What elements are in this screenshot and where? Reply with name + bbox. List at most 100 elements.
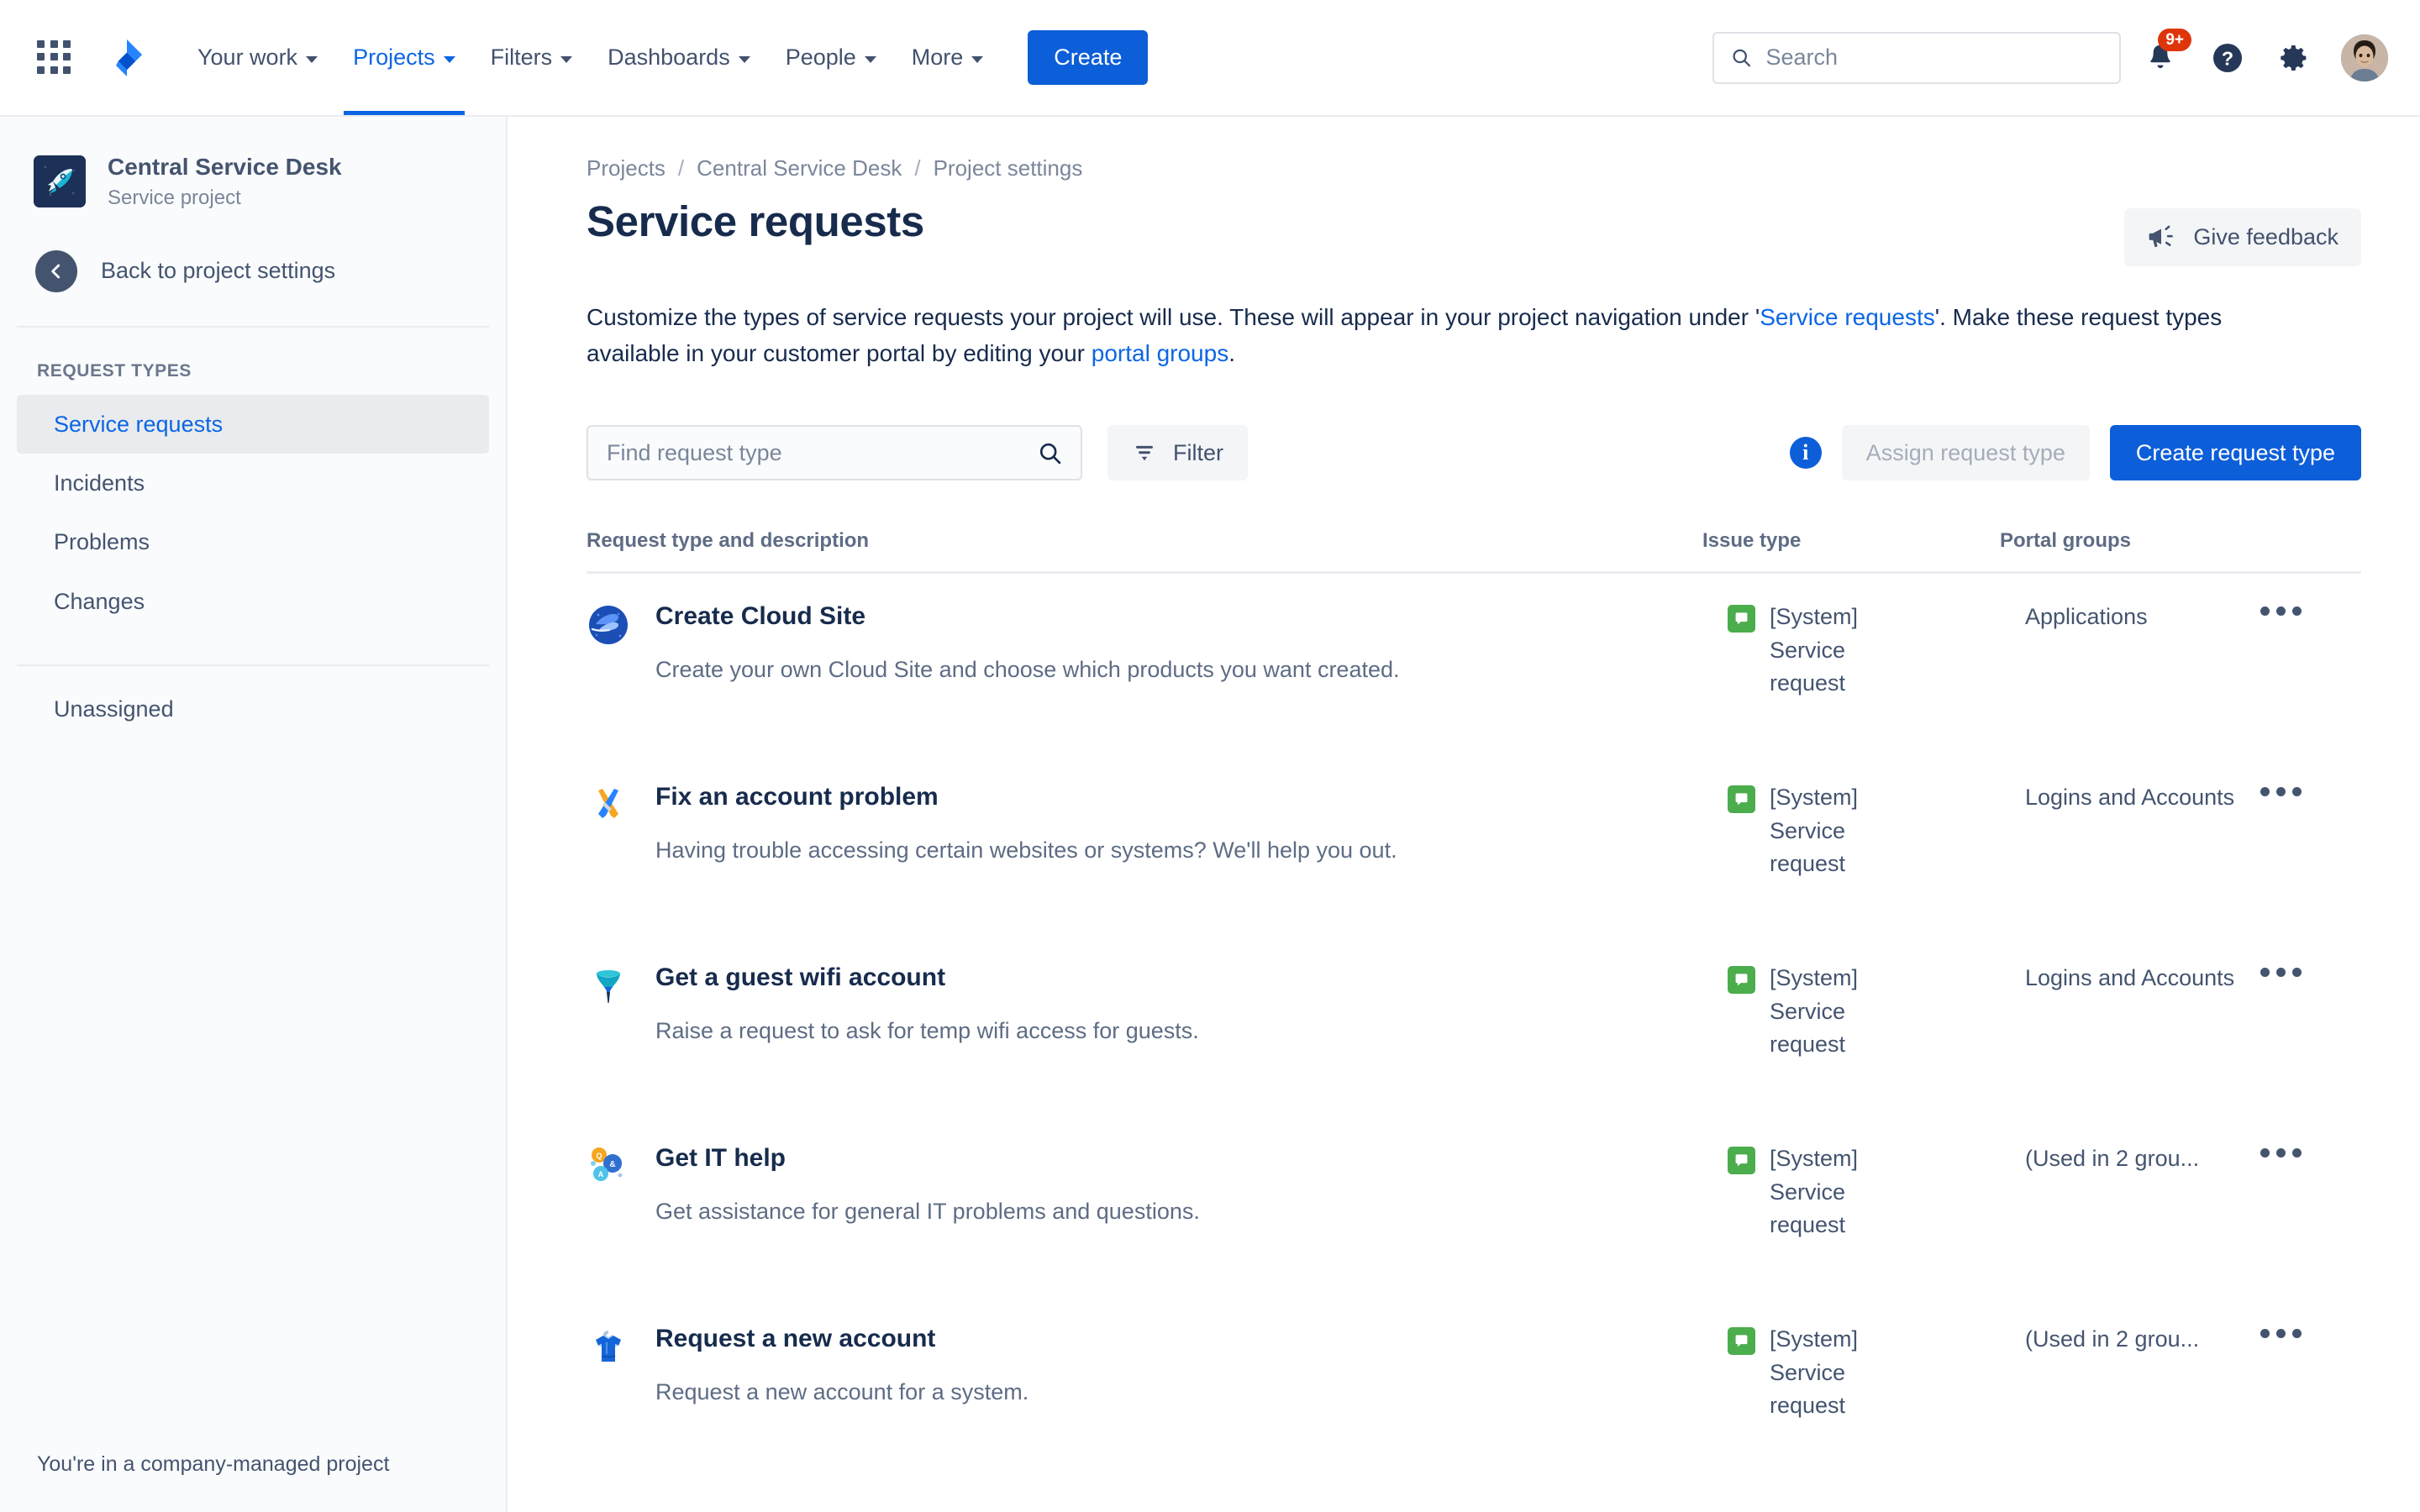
nav-more-label: More [911, 45, 964, 70]
nav-right-group: 9+ ? [1712, 28, 2388, 86]
jira-logo-icon[interactable] [108, 39, 146, 77]
breadcrumb: Projects / Central Service Desk / Projec… [587, 155, 2361, 181]
project-name: Central Service Desk [108, 154, 342, 180]
tools-icon [587, 784, 630, 827]
breadcrumb-projects[interactable]: Projects [587, 155, 666, 181]
portal-groups-link[interactable]: portal groups [1092, 340, 1228, 366]
sidebar-item-changes[interactable]: Changes [17, 572, 489, 631]
main-nav-items: Your work Projects Filters Dashboards Pe… [180, 0, 1001, 115]
issue-type-value: [System] Service request [1770, 604, 1859, 696]
shirt-icon [587, 1326, 630, 1369]
back-arrow-icon [35, 249, 77, 292]
globe-cloud-icon [587, 603, 630, 647]
gear-icon [2281, 45, 2307, 71]
give-feedback-button[interactable]: Give feedback [2124, 208, 2361, 266]
help-button[interactable]: ? [2200, 30, 2255, 86]
portal-groups-value: Logins and Accounts [2025, 785, 2235, 811]
search-icon [1039, 443, 1061, 464]
more-actions-icon[interactable] [2260, 787, 2361, 797]
nav-dashboards-label: Dashboards [608, 45, 730, 70]
column-header-portal-groups: Portal groups [2000, 529, 2132, 553]
apps-grid-icon[interactable] [35, 39, 74, 77]
nav-dashboards[interactable]: Dashboards [590, 0, 768, 115]
settings-button[interactable] [2267, 30, 2323, 86]
search-icon [1733, 49, 1751, 67]
request-type-description: Request a new account for a system. [655, 1378, 1029, 1404]
title-row: Service requests Give feedback [587, 197, 2361, 266]
nav-people[interactable]: People [768, 0, 894, 115]
sidebar-item-unassigned[interactable]: Unassigned [17, 680, 489, 738]
create-button[interactable]: Create [1028, 30, 1149, 85]
request-type-description: Having trouble accessing certain website… [655, 837, 1397, 863]
portal-groups-value: (Used in 2 grou... [2025, 1326, 2200, 1352]
filter-icon [1136, 445, 1153, 461]
portal-groups-value: Logins and Accounts [2025, 965, 2235, 991]
sidebar-item-incidents[interactable]: Incidents [17, 454, 489, 512]
main-content: Projects / Central Service Desk / Projec… [508, 117, 2420, 1512]
table-header-row: Request type and description Issue type … [587, 529, 2361, 575]
project-type: Service project [108, 186, 241, 210]
request-type-name[interactable]: Request a new account [655, 1323, 1028, 1355]
service-requests-link[interactable]: Service requests [1760, 304, 1935, 330]
issue-type-value: [System] Service request [1770, 1326, 1859, 1418]
page-title: Service requests [587, 197, 924, 245]
toolbar-right-group: i Assign request type Create request typ… [1789, 425, 2361, 481]
notifications-button[interactable]: 9+ [2133, 28, 2191, 86]
funnel-icon [587, 964, 630, 1008]
service-request-issue-icon [1728, 605, 1755, 633]
more-actions-icon[interactable] [2260, 1329, 2361, 1339]
table-row: Get a guest wifi account Raise a request… [587, 935, 2361, 1116]
help-icon: ? [2213, 43, 2242, 72]
more-actions-icon[interactable] [2260, 968, 2361, 978]
back-to-project-settings[interactable]: Back to project settings [0, 212, 506, 292]
chevron-down-icon [864, 55, 876, 63]
service-request-issue-icon [1728, 785, 1755, 814]
sidebar-item-problems[interactable]: Problems [17, 512, 489, 571]
global-search-box[interactable] [1712, 31, 2121, 84]
breadcrumb-project-settings[interactable]: Project settings [934, 155, 1083, 181]
search-input[interactable] [1765, 45, 2102, 71]
nav-more[interactable]: More [894, 0, 1002, 115]
qa-bubbles-icon: Q & A [587, 1145, 630, 1189]
nav-projects[interactable]: Projects [335, 0, 473, 115]
back-label: Back to project settings [101, 258, 336, 284]
table-row: Q & A Get IT help Get assistance for gen… [587, 1116, 2361, 1296]
create-request-type-button[interactable]: Create request type [2109, 425, 2361, 481]
project-header[interactable]: Central Service Desk Service project [0, 117, 506, 212]
nav-filters-label: Filters [490, 45, 553, 70]
notification-badge: 9+ [2158, 28, 2191, 52]
request-type-name[interactable]: Fix an account problem [655, 781, 1397, 813]
sidebar-unassigned-group: Unassigned [0, 680, 506, 738]
portal-groups-value: Applications [2025, 604, 2148, 630]
request-type-name[interactable]: Get IT help [655, 1142, 1200, 1174]
filter-button[interactable]: Filter [1107, 425, 1248, 481]
chevron-down-icon [306, 55, 318, 63]
request-type-name[interactable]: Create Cloud Site [655, 601, 1400, 633]
info-icon[interactable]: i [1789, 437, 1822, 470]
nav-your-work-label: Your work [197, 45, 298, 70]
top-navigation-bar: Your work Projects Filters Dashboards Pe… [0, 0, 2420, 117]
nav-filters[interactable]: Filters [473, 0, 591, 115]
nav-your-work[interactable]: Your work [180, 0, 335, 115]
find-request-type-box[interactable] [587, 425, 1082, 481]
table-row: Request a new account Request a new acco… [587, 1296, 2361, 1477]
breadcrumb-central-service-desk[interactable]: Central Service Desk [697, 155, 902, 181]
user-avatar[interactable] [2341, 34, 2388, 81]
request-type-description: Raise a request to ask for temp wifi acc… [655, 1017, 1199, 1043]
breadcrumb-separator: / [677, 155, 685, 181]
more-actions-icon[interactable] [2260, 1148, 2361, 1158]
project-sidebar: Central Service Desk Service project Bac… [0, 117, 508, 1512]
svg-text:?: ? [2222, 47, 2233, 69]
request-type-description: Get assistance for general IT problems a… [655, 1198, 1200, 1224]
service-request-issue-icon [1728, 966, 1755, 995]
description-part-1: Customize the types of service requests … [587, 304, 1760, 330]
request-type-name[interactable]: Get a guest wifi account [655, 962, 1199, 994]
filter-label: Filter [1173, 439, 1223, 465]
sidebar-item-service-requests[interactable]: Service requests [17, 394, 489, 454]
find-request-type-input[interactable] [607, 439, 1038, 466]
rocket-icon [34, 155, 86, 208]
assign-request-type-button[interactable]: Assign request type [1841, 425, 2090, 481]
description-part-3: . [1228, 339, 1235, 366]
table-row: Fix an account problem Having trouble ac… [587, 754, 2361, 935]
more-actions-icon[interactable] [2260, 606, 2361, 617]
